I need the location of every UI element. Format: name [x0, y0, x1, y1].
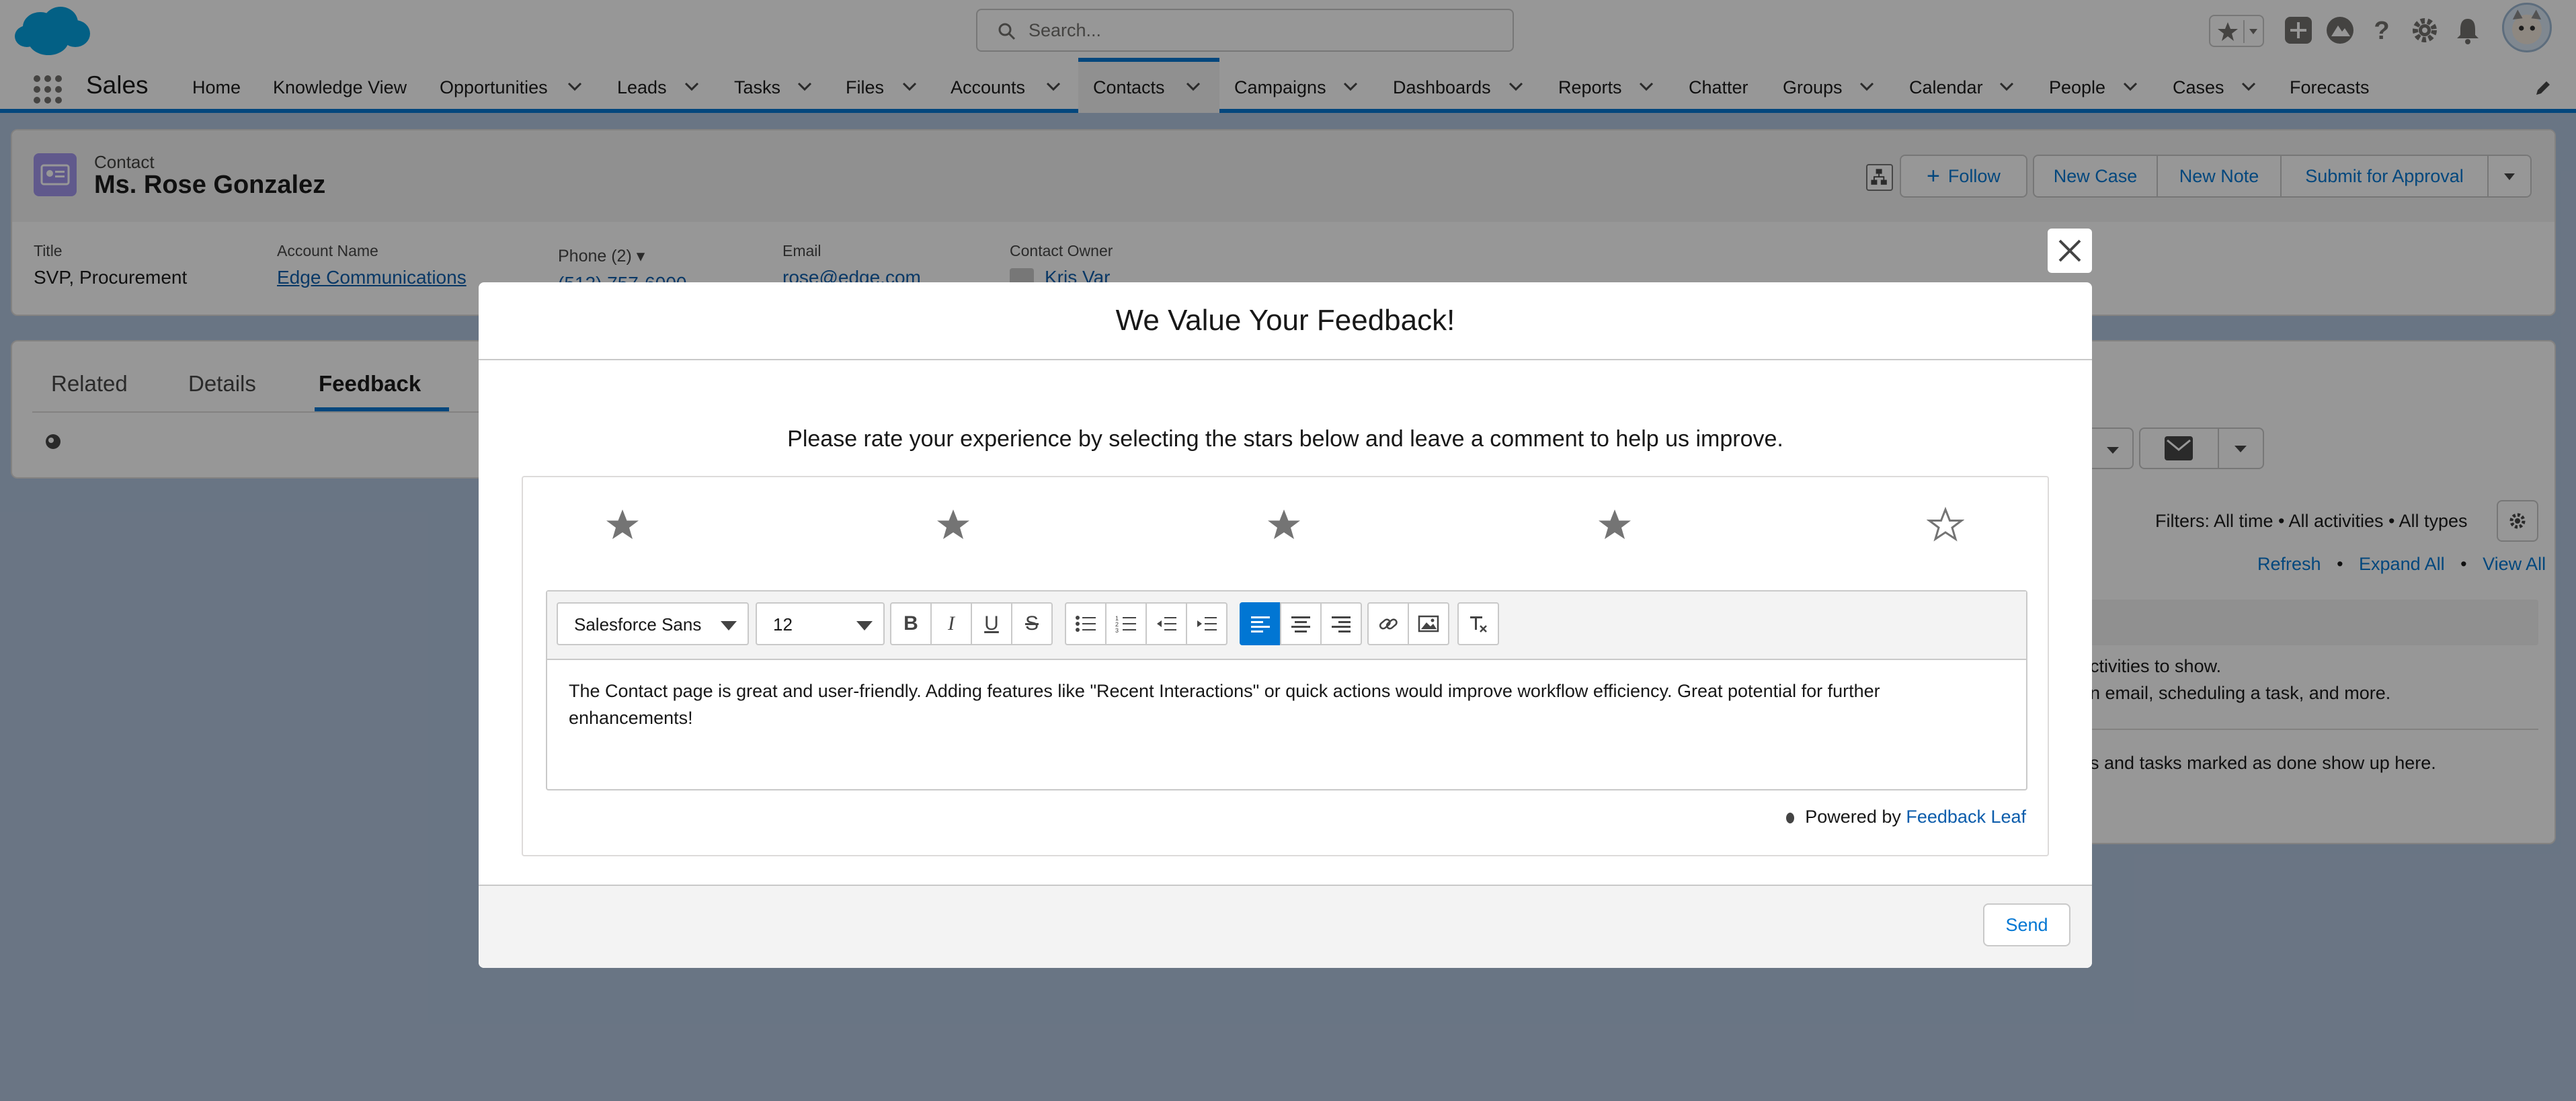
feedback-leaf-link[interactable]: Feedback Leaf — [1906, 807, 2026, 827]
italic-icon: I — [948, 612, 955, 635]
numbered-list-icon: 123 — [1115, 615, 1136, 633]
bold-button[interactable]: B — [890, 602, 932, 645]
indent-button[interactable] — [1186, 602, 1227, 645]
align-left-icon — [1251, 616, 1270, 633]
close-icon — [2058, 239, 2081, 262]
align-right-button[interactable] — [1320, 602, 1362, 645]
font-size-select[interactable]: 12 — [756, 602, 885, 645]
font-family-select[interactable]: Salesforce Sans — [557, 602, 749, 645]
svg-text:3: 3 — [1115, 627, 1119, 633]
modal-title: We Value Your Feedback! — [1115, 304, 1455, 337]
bullet-list-icon — [1076, 616, 1096, 632]
modal-close-button[interactable] — [2048, 229, 2092, 273]
leaf-icon — [1785, 813, 1794, 823]
powered-by: Powered by Feedback Leaf — [1784, 807, 2026, 827]
list-group: 123 — [1065, 602, 1227, 645]
numbered-list-button[interactable]: 123 — [1105, 602, 1147, 645]
align-center-icon — [1291, 616, 1310, 633]
underline-button[interactable]: U — [971, 602, 1012, 645]
outdent-button[interactable] — [1145, 602, 1187, 645]
star-filled-icon[interactable] — [604, 507, 641, 544]
clear-formatting-icon — [1470, 616, 1487, 633]
modal-body: Please rate your experience by selecting… — [479, 360, 2092, 885]
comment-textarea[interactable]: The Contact page is great and user-frien… — [569, 678, 2007, 731]
modal-header: We Value Your Feedback! — [479, 282, 2092, 360]
star-filled-icon[interactable] — [934, 507, 972, 544]
rating-instructions: Please rate your experience by selecting… — [787, 426, 1783, 452]
clear-formatting-button[interactable] — [1457, 602, 1499, 645]
feedback-form: Salesforce Sans 12 B I U S 1 2 3 The Con… — [522, 476, 2049, 856]
image-button[interactable] — [1408, 602, 1449, 645]
star-empty-icon[interactable] — [1927, 507, 1964, 544]
font-size-value: 12 — [773, 614, 793, 635]
insert-group — [1367, 602, 1449, 645]
outdent-icon — [1157, 617, 1176, 630]
strikethrough-button[interactable]: S — [1011, 602, 1053, 645]
star-filled-icon[interactable] — [1265, 507, 1303, 544]
align-left-button[interactable] — [1240, 602, 1281, 645]
align-right-icon — [1332, 616, 1351, 633]
powered-by-label: Powered by — [1805, 807, 1901, 827]
indent-icon — [1197, 617, 1217, 630]
link-button[interactable] — [1367, 602, 1409, 645]
underline-icon: U — [984, 612, 999, 635]
editor-toolbar: Salesforce Sans 12 B I U S 1 2 3 — [547, 592, 2026, 660]
strikethrough-icon: S — [1024, 612, 1039, 635]
align-group — [1240, 602, 1362, 645]
italic-button[interactable]: I — [930, 602, 972, 645]
bullet-list-button[interactable] — [1065, 602, 1106, 645]
image-icon — [1418, 615, 1439, 633]
feedback-modal: We Value Your Feedback! Please rate your… — [479, 282, 2092, 968]
bold-icon: B — [903, 612, 918, 635]
comment-editor: Salesforce Sans 12 B I U S 1 2 3 The Con… — [546, 590, 2027, 790]
caret-down-icon — [721, 621, 737, 630]
modal-footer: Send — [479, 885, 2092, 968]
format-group: B I U S — [890, 602, 1053, 645]
send-button[interactable]: Send — [1983, 903, 2070, 946]
font-family-value: Salesforce Sans — [574, 614, 702, 635]
star-filled-icon[interactable] — [1596, 507, 1634, 544]
link-icon — [1379, 618, 1398, 630]
align-center-button[interactable] — [1280, 602, 1322, 645]
caret-down-icon — [856, 621, 873, 630]
clear-group — [1457, 602, 1499, 645]
